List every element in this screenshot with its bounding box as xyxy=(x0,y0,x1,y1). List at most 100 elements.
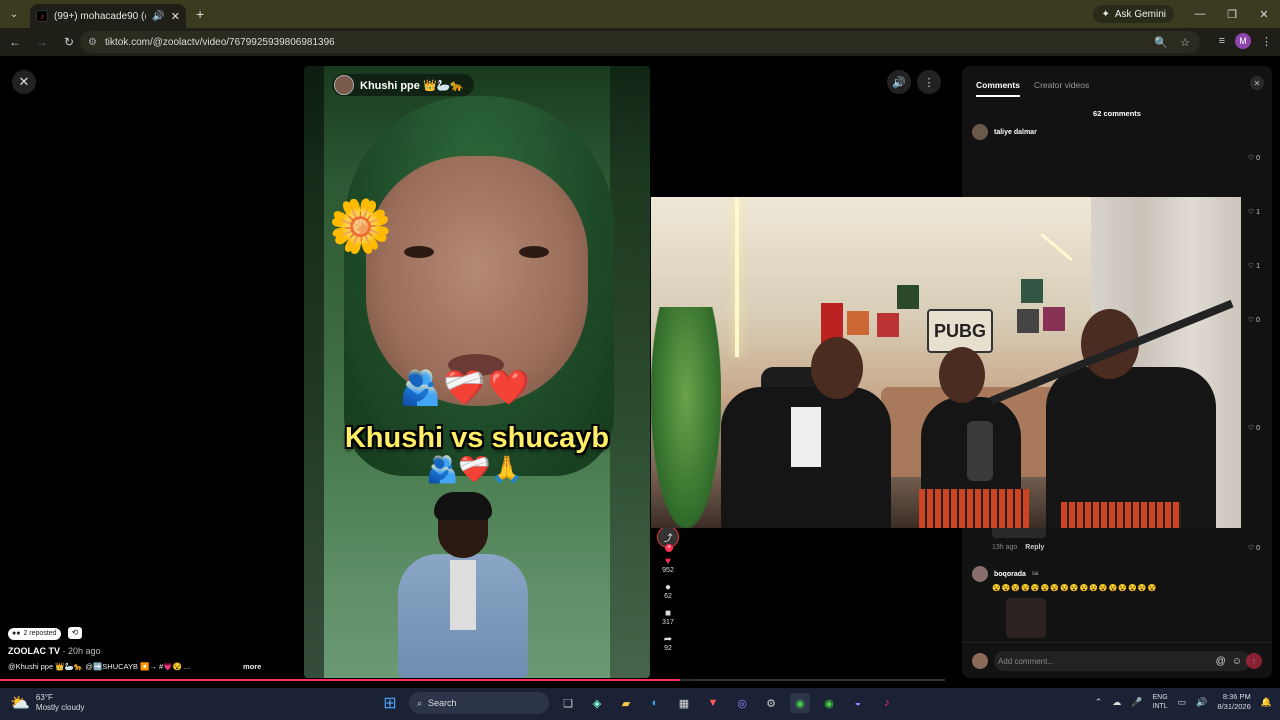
more-link[interactable]: more xyxy=(243,662,261,671)
browser-tab-active[interactable]: ♪ (99+) mohacade90 (@moh... 🔊 ✕ xyxy=(30,4,186,28)
tray-app-icon[interactable]: ☁ xyxy=(1112,697,1121,708)
browser-menu-icon[interactable]: ⋮ xyxy=(1261,35,1272,48)
browser-tabbar: ⌄ ♪ (99+) mohacade90 (@moh... 🔊 ✕ + ✦ As… xyxy=(0,0,1280,28)
video-eye-right xyxy=(519,246,549,258)
volume-tray-icon[interactable]: 🔊 xyxy=(1196,697,1207,708)
follow-plus-icon[interactable]: + xyxy=(665,544,673,552)
task-view-icon[interactable]: ❑ xyxy=(558,693,578,713)
channel-line: ZOOLAC TV · 20h ago xyxy=(8,646,298,656)
comment-sticker-image xyxy=(1006,598,1046,638)
mention-icon[interactable]: @ xyxy=(1216,656,1226,667)
emoji-icon[interactable]: ☺ xyxy=(1232,656,1242,667)
video-player[interactable]: 🌼 🫂❤️‍🩹❤️ Khushi vs shucayb 🫂❤️‍🩹🙏 Khush… xyxy=(304,66,650,678)
author-name: Khushi ppe 👑🦢🐆 xyxy=(360,79,465,92)
share-button[interactable]: ➦ 92 xyxy=(664,634,672,652)
video-author-chip[interactable]: Khushi ppe 👑🦢🐆 xyxy=(332,74,475,96)
comment-time: 13h ago xyxy=(992,544,1018,551)
close-comments-icon[interactable]: ✕ xyxy=(1250,76,1264,90)
back-arrow-icon[interactable]: ← xyxy=(3,30,27,54)
site-info-icon[interactable]: ⚙ xyxy=(88,37,97,48)
comment-like-count[interactable]: ♡ 0 xyxy=(1248,316,1260,324)
video-eye-left xyxy=(404,246,434,258)
restore-icon[interactable]: ❐ xyxy=(1216,0,1248,28)
repost-badge[interactable]: ●● 2 reposted xyxy=(8,627,61,640)
profile-avatar[interactable]: M xyxy=(1235,33,1251,49)
bookmark-star-icon[interactable]: ☆ xyxy=(1180,36,1190,49)
microphone-icon[interactable]: 🎤 xyxy=(1131,697,1142,708)
settings-gear-icon[interactable]: ⚙ xyxy=(761,693,781,713)
commenter-avatar[interactable] xyxy=(972,566,988,582)
tab-list-chevron-icon[interactable]: ⌄ xyxy=(4,4,24,24)
tab-comments[interactable]: Comments xyxy=(976,80,1020,97)
bookmark-icon: ■ xyxy=(664,608,672,619)
edge-icon[interactable]: ◐ xyxy=(645,693,665,713)
reading-list-icon[interactable]: ≡ xyxy=(1219,35,1225,47)
comment-like-count[interactable]: ♡ 0 xyxy=(1248,544,1260,552)
commenter-name[interactable]: taliye dalmar xyxy=(994,129,1037,136)
ask-gemini-button[interactable]: ✦ Ask Gemini xyxy=(1093,5,1174,23)
tiktok-icon[interactable]: ♪ xyxy=(877,693,897,713)
led-light-strip xyxy=(735,197,739,357)
commenter-avatar[interactable] xyxy=(972,124,988,140)
weather-widget[interactable]: ⛅ 63°F Mostly cloudy xyxy=(10,693,84,713)
new-tab-button[interactable]: + xyxy=(196,6,204,22)
save-button[interactable]: ■ 317 xyxy=(662,608,674,626)
app-icon[interactable]: ◎ xyxy=(732,693,752,713)
tab-close-icon[interactable]: ✕ xyxy=(171,10,180,23)
comment-emoji-text: 😵😵😵😵😵😵😵😵😵😵😵😵😵😵😵😵😵 xyxy=(992,585,1158,592)
forward-arrow-icon[interactable]: → xyxy=(30,30,54,54)
file-explorer-icon[interactable]: ▰ xyxy=(616,693,636,713)
comment-like-count[interactable]: ♡ 0 xyxy=(1248,424,1260,432)
minimize-icon[interactable]: — xyxy=(1184,0,1216,28)
tab-creator-videos[interactable]: Creator videos xyxy=(1034,80,1089,97)
comment-count: 62 xyxy=(664,593,672,600)
more-options-icon[interactable]: ⋮ xyxy=(917,70,941,94)
video-actions: ⤴ + ♥ 952 ● 62 ■ 317 ➦ 92 xyxy=(656,526,680,652)
like-button[interactable]: ♥ 952 xyxy=(662,556,674,574)
volume-icon[interactable]: 🔊 xyxy=(887,70,911,94)
reply-button[interactable]: Reply xyxy=(1025,544,1044,551)
store-icon[interactable]: ▦ xyxy=(674,693,694,713)
clock[interactable]: 8:36 PM 8/31/2026 xyxy=(1217,692,1250,712)
gemini-sparkle-icon: ✦ xyxy=(1101,8,1110,20)
comment-placeholder[interactable]: Add comment... xyxy=(998,657,1216,666)
language-indicator[interactable]: ENG INTL xyxy=(1153,693,1168,711)
chrome-icon[interactable]: ◉ xyxy=(790,693,810,713)
chrome-profile-icon[interactable]: ◉ xyxy=(819,693,839,713)
repost-icon[interactable]: ⟲ xyxy=(68,626,83,639)
comment-like-count[interactable]: ♡ 1 xyxy=(1248,208,1260,216)
windows-start-icon[interactable]: ⊞ xyxy=(380,693,400,713)
tab-audio-icon[interactable]: 🔊 xyxy=(152,11,164,22)
tray-chevron-icon[interactable]: ⌃ xyxy=(1095,697,1103,708)
comment-like-count[interactable]: ♡ 0 xyxy=(1248,154,1260,162)
comment-item: taliye dalmar xyxy=(972,124,1037,140)
share-count: 92 xyxy=(664,645,672,652)
ask-gemini-label: Ask Gemini xyxy=(1114,8,1166,20)
comment-meta: 13h ago Reply xyxy=(992,544,1044,551)
reload-icon[interactable]: ↻ xyxy=(57,30,81,54)
window-close-icon[interactable]: ✕ xyxy=(1248,0,1280,28)
commenter-name[interactable]: boqorada xyxy=(994,571,1026,578)
zoom-icon[interactable]: 🔍 xyxy=(1154,36,1168,49)
notification-bell-icon[interactable]: 🔔 xyxy=(1261,697,1272,708)
comment-button[interactable]: ● 62 xyxy=(664,582,672,600)
comment-input-bar: Add comment... @ ☺ ↑ xyxy=(962,642,1272,678)
channel-name[interactable]: ZOOLAC TV xyxy=(8,646,60,656)
address-bar[interactable]: ⚙ tiktok.com/@zoolactv/video/76799259398… xyxy=(80,31,1200,53)
comment-like-count[interactable]: ♡ 1 xyxy=(1248,262,1260,270)
brave-icon[interactable]: ▼ xyxy=(703,693,723,713)
plant xyxy=(651,307,721,528)
network-icon[interactable]: ▭ xyxy=(1178,697,1187,708)
taskbar-search[interactable]: ⌕ Search xyxy=(409,692,549,714)
lang-top: ENG xyxy=(1152,694,1168,701)
video-description: @Khushi ppe 👑🦢🐆 @➡️SHUCAYB ◀️→ #💗😵 ... m… xyxy=(8,662,298,671)
comment-input[interactable]: Add comment... @ ☺ xyxy=(994,651,1250,671)
send-arrow-icon[interactable]: ↑ xyxy=(1246,653,1262,669)
creator-avatar-button[interactable]: ⤴ + xyxy=(657,526,679,552)
copilot-icon[interactable]: ◈ xyxy=(587,693,607,713)
url-text[interactable]: tiktok.com/@zoolactv/video/7679925939806… xyxy=(105,37,1154,48)
comment-bubble-icon: ● xyxy=(664,582,672,593)
video-progress-bar[interactable] xyxy=(0,679,945,681)
discord-icon[interactable]: ◒ xyxy=(848,693,868,713)
close-video-icon[interactable]: ✕ xyxy=(12,70,36,94)
